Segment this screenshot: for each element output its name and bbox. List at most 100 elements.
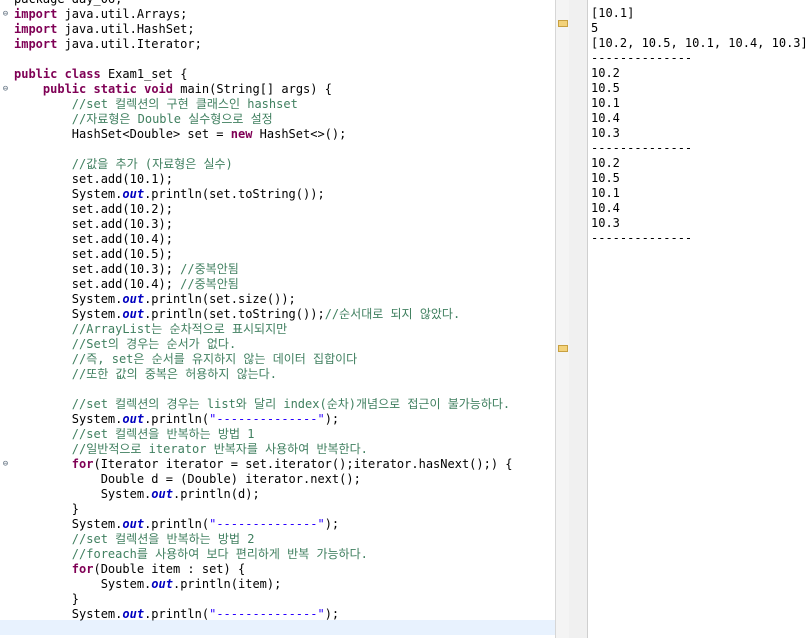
console-line: [10.2, 10.5, 10.1, 10.4, 10.3] [591,36,808,50]
code-line[interactable]: Double d = (Double) iterator.next(); [14,472,513,487]
code-line[interactable]: for(Iterator iterator = set.iterator();i… [14,457,513,472]
code-line[interactable]: System.out.println("--------------"); [14,412,513,427]
code-line[interactable]: set.add(10.4); //중복안됨 [14,277,513,292]
fold-toggle-icon[interactable]: ⊖ [1,85,10,94]
code-line[interactable]: System.out.println("--------------"); [14,517,513,532]
code-line[interactable]: set.add(10.3); [14,217,513,232]
code-line[interactable]: for(Double item : set) { [14,562,513,577]
code-line[interactable]: //set 컬렉션의 경우는 list와 달리 index(순차)개념으로 접근… [14,397,513,412]
highlighted-comment: //foreach를 사용하여 보다 편리하게 반복 가능하다. [71,547,368,561]
console-line: 10.2 [591,156,620,170]
keyword: for [71,562,94,576]
code-line[interactable]: set.add(10.5); [14,247,513,262]
code-text: System. [71,607,123,621]
comment: 를 사용하여 반복한다. [246,442,368,456]
ruler-marker[interactable] [558,345,568,352]
fold-toggle-icon[interactable]: ⊖ [1,10,10,19]
code-text: HashSet<Double> set = [71,127,231,141]
code-line[interactable]: set.add(10.2); [14,202,513,217]
code-line[interactable]: System.out.println(set.toString());//순서대… [14,307,513,322]
static-field: out [122,412,145,426]
code-text: HashSet<>(); [252,127,347,141]
keyword: new [230,127,253,141]
code-text: .println( [144,412,210,426]
static-field: out [151,487,173,501]
code-text: set.add(10.4); [71,277,181,291]
code-line[interactable]: System.out.println(set.size()); [14,292,513,307]
code-line[interactable]: //값을 추가 (자료형은 실수) [14,157,513,172]
console-view[interactable]: [10.1] 5 [10.2, 10.5, 10.1, 10.4, 10.3] ---… [588,0,810,638]
code-line[interactable]: public class Exam1_set { [14,67,513,82]
code-line[interactable]: //set 컬렉션을 반복하는 방법 1 [14,427,513,442]
code-line[interactable] [14,142,513,157]
code-text: main(String[] args) { [173,82,332,96]
code-text: .println( [144,517,210,531]
code-text[interactable]: package day_06;import java.util.Arrays;i… [14,0,513,622]
code-line[interactable]: public static void main(String[] args) { [14,82,513,97]
string-literal: "--------------" [209,607,325,621]
code-text: set.add(10.4); [71,232,173,246]
code-text: System. [71,517,123,531]
code-text: set.add(10.2); [71,202,173,216]
code-line[interactable]: //자료형은 Double 실수형으로 설정 [14,112,513,127]
code-line[interactable]: set.add(10.4); [14,232,513,247]
keyword: for [71,457,94,471]
fold-toggle-icon[interactable]: ⊖ [1,460,10,469]
comment: //자료형은 Double 실수형으로 설정 [71,112,273,126]
code-text: java.util.Arrays; [57,7,188,21]
code-line[interactable]: //또한 값의 중복은 허용하지 않는다. [14,367,513,382]
code-line[interactable]: //set 컬렉션의 구현 클래스인 hashset [14,97,513,112]
static-field: out [122,292,145,306]
code-line[interactable]: //즉, set은 순서를 유지하지 않는 데이터 집합이다 [14,352,513,367]
console-line: -------------- [591,51,693,65]
code-line[interactable]: set.add(10.1); [14,172,513,187]
code-line[interactable]: import java.util.Iterator; [14,37,513,52]
code-line[interactable]: //일반적으로 iterator 반복자를 사용하여 반복한다. [14,442,513,457]
code-line[interactable]: import java.util.Arrays; [14,7,513,22]
static-field: out [122,607,145,621]
string-literal: "--------------" [209,517,325,531]
ruler-marker[interactable] [558,20,568,27]
code-line[interactable]: import java.util.HashSet; [14,22,513,37]
code-line[interactable]: //ArrayList는 순차적으로 표시되지만 [14,322,513,337]
code-line[interactable]: //foreach를 사용하여 보다 편리하게 반복 가능하다. [14,547,513,562]
code-text: ); [324,517,340,531]
code-line[interactable]: //set 컬렉션을 반복하는 방법 2 [14,532,513,547]
code-line[interactable] [14,52,513,67]
console-line: 10.3 [591,216,620,230]
code-line[interactable]: System.out.println(set.toString()); [14,187,513,202]
code-line[interactable]: HashSet<Double> set = new HashSet<>(); [14,127,513,142]
code-line[interactable]: } [14,502,513,517]
code-text: java.util.HashSet; [57,22,195,36]
code-text: System. [71,412,123,426]
comment: //Set의 경우는 순서가 없다. [71,337,237,351]
comment: //중복안됨 [180,262,239,276]
code-line[interactable]: System.out.println(d); [14,487,513,502]
code-text: set.add(10.3); [71,217,173,231]
comment: //순서대로 되지 않았다. [324,307,461,321]
highlighted-comment: //set 컬렉션의 경우는 list와 달리 index(순차)개념으로 접근… [71,397,511,411]
view-separator [569,0,588,638]
code-text: package day_06; [14,0,122,6]
code-line[interactable]: //Set의 경우는 순서가 없다. [14,337,513,352]
code-line[interactable]: set.add(10.3); //중복안됨 [14,262,513,277]
console-line: 10.4 [591,111,620,125]
comment: //중복안됨 [180,277,239,291]
code-text: System. [71,292,123,306]
code-line[interactable] [14,382,513,397]
code-editor[interactable]: ⊖ ⊖ ⊖ package day_06;import java.util.Arra… [0,0,555,638]
code-line[interactable]: System.out.println("--------------"); [14,607,513,622]
comment: //즉, set은 순서를 유지하지 않는 데이터 집합이다 [71,352,358,366]
code-text: Exam1_set { [100,67,188,81]
console-line: 10.1 [591,96,620,110]
code-line[interactable]: } [14,592,513,607]
console-line: [10.1] [591,6,635,20]
console-line: -------------- [591,141,693,155]
overview-ruler[interactable] [555,0,569,638]
code-line[interactable]: package day_06; [14,0,513,7]
code-line[interactable]: System.out.println(item); [14,577,513,592]
comment: //또한 값의 중복은 허용하지 않는다. [71,367,277,381]
code-text: (Iterator iterator = set.iterator();iter… [93,457,513,471]
console-line: 10.3 [591,126,620,140]
code-text: System. [71,307,123,321]
